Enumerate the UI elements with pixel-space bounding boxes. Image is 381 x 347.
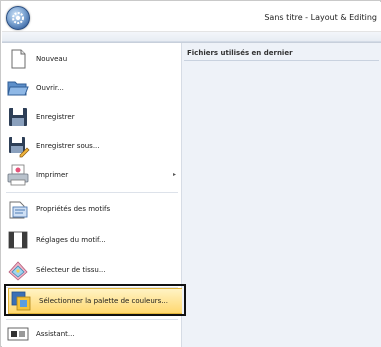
printer-icon: [6, 163, 30, 187]
gear-icon: [12, 12, 24, 24]
application-menu-button[interactable]: [6, 6, 30, 30]
menu-item-nouveau[interactable]: Nouveau: [6, 45, 182, 73]
menu-item-ouvrir[interactable]: Ouvrir...: [6, 74, 182, 102]
window-title: Sans titre - Layout & Editing: [264, 13, 377, 22]
menu-item-label: Propriétés des motifs: [36, 205, 111, 213]
application-window: Sans titre - Layout & Editing Nouveau Ou…: [0, 0, 381, 347]
menu-item-label: Ouvrir...: [36, 84, 64, 92]
new-document-icon: [6, 47, 30, 71]
menu-item-assistant[interactable]: Assistant...: [6, 320, 182, 347]
save-as-icon: [6, 134, 30, 158]
menu-item-label: Enregistrer sous...: [36, 142, 100, 150]
menu-item-enregistrer[interactable]: Enregistrer: [6, 103, 182, 131]
design-settings-icon: [6, 228, 30, 252]
menu-separator: [6, 192, 178, 193]
title-bar: Sans titre - Layout & Editing: [2, 2, 381, 32]
wizard-icon: [6, 322, 30, 346]
menu-item-label: Sélecteur de tissu...: [36, 266, 106, 274]
recent-files-header: Fichiers utilisés en dernier: [184, 47, 379, 61]
ribbon-strip: [2, 32, 381, 42]
menu-item-label: Imprimer: [36, 171, 69, 179]
menu-item-imprimer[interactable]: Imprimer ▸: [6, 161, 182, 189]
menu-item-proprietes-motifs[interactable]: Propriétés des motifs: [6, 195, 182, 223]
annotation-highlight-box: [4, 284, 186, 316]
menu-item-reglages-motif[interactable]: Réglages du motif...: [6, 226, 182, 254]
menu-item-label: Enregistrer: [36, 113, 75, 121]
recent-files-panel: Fichiers utilisés en dernier: [182, 43, 381, 347]
design-properties-icon: [6, 197, 30, 221]
menu-item-label: Assistant...: [36, 330, 75, 338]
submenu-arrow-icon: ▸: [172, 171, 176, 178]
menu-item-label: Nouveau: [36, 55, 68, 63]
menu-item-selecteur-tissu[interactable]: Sélecteur de tissu...: [6, 256, 182, 284]
save-icon: [6, 105, 30, 129]
menu-item-enregistrer-sous[interactable]: Enregistrer sous...: [6, 132, 182, 160]
fabric-selector-icon: [6, 258, 30, 282]
menu-item-label: Réglages du motif...: [36, 236, 106, 244]
open-folder-icon: [6, 76, 30, 100]
